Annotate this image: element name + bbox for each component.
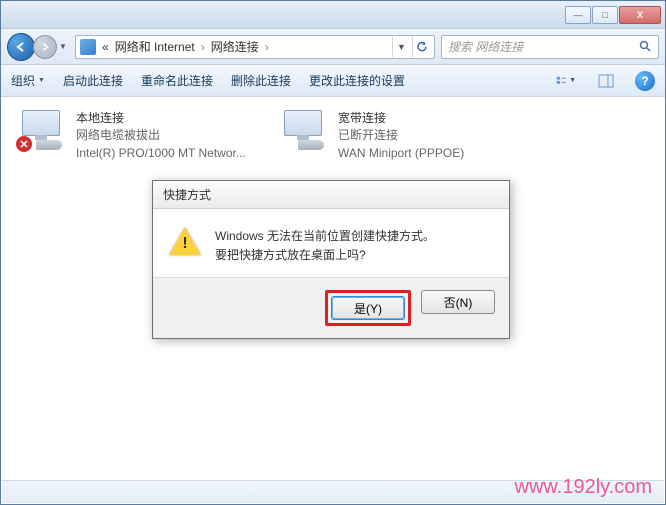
nav-history-dropdown[interactable]: ▼ [57, 35, 69, 59]
connection-item-local[interactable]: ✕ 本地连接 网络电缆被拔出 Intel(R) PRO/1000 MT Netw… [14, 106, 264, 166]
rename-connection-button[interactable]: 重命名此连接 [141, 72, 213, 89]
connection-status: 网络电缆被拔出 [76, 127, 246, 144]
tutorial-highlight: 是(Y) [325, 290, 411, 326]
connection-item-broadband[interactable]: 宽带连接 已断开连接 WAN Miniport (PPPOE) [276, 106, 526, 166]
close-button[interactable]: X [619, 6, 661, 24]
connection-device: Intel(R) PRO/1000 MT Networ... [76, 145, 246, 162]
breadcrumb-item[interactable]: 网络和 Internet [115, 38, 195, 55]
start-connection-button[interactable]: 启动此连接 [63, 72, 123, 89]
breadcrumb-sep: › [201, 40, 205, 54]
breadcrumb-item[interactable]: 网络连接 [211, 38, 259, 55]
breadcrumb-sep: « [102, 40, 109, 54]
dialog-buttons: 是(Y) 否(N) [153, 277, 509, 338]
connection-icon: ✕ [18, 110, 66, 150]
search-icon [638, 40, 652, 54]
connection-device: WAN Miniport (PPPOE) [338, 145, 464, 162]
no-button[interactable]: 否(N) [421, 290, 495, 314]
dialog-title: 快捷方式 [153, 181, 509, 209]
dialog-line2: 要把快捷方式放在桌面上吗? [215, 246, 435, 265]
organize-menu[interactable]: 组织▼ [11, 72, 45, 89]
warning-icon [169, 227, 201, 259]
help-button[interactable]: ? [635, 71, 655, 91]
view-options-button[interactable]: ▼ [555, 70, 577, 92]
minimize-button[interactable]: — [565, 6, 591, 24]
connection-name: 本地连接 [76, 110, 246, 127]
forward-button[interactable] [33, 35, 57, 59]
yes-button[interactable]: 是(Y) [331, 296, 405, 320]
connection-label: 宽带连接 已断开连接 WAN Miniport (PPPOE) [338, 110, 464, 162]
connection-icon [280, 110, 328, 150]
shortcut-dialog: 快捷方式 Windows 无法在当前位置创建快捷方式。 要把快捷方式放在桌面上吗… [152, 180, 510, 339]
disconnected-icon: ✕ [16, 136, 32, 152]
connection-status: 已断开连接 [338, 127, 464, 144]
maximize-button[interactable]: □ [592, 6, 618, 24]
breadcrumb-sep: › [265, 40, 269, 54]
window-titlebar: — □ X [1, 1, 665, 29]
address-bar[interactable]: « 网络和 Internet › 网络连接 › ▼ [75, 35, 435, 59]
connection-name: 宽带连接 [338, 110, 464, 127]
change-settings-button[interactable]: 更改此连接的设置 [309, 72, 405, 89]
address-dropdown[interactable]: ▼ [392, 37, 410, 57]
watermark: www.192ly.com [515, 476, 652, 499]
connection-label: 本地连接 网络电缆被拔出 Intel(R) PRO/1000 MT Networ… [76, 110, 246, 162]
command-bar: 组织▼ 启动此连接 重命名此连接 删除此连接 更改此连接的设置 ▼ ? [1, 65, 665, 97]
navigation-bar: ▼ « 网络和 Internet › 网络连接 › ▼ 搜索 网络连接 [1, 29, 665, 65]
dialog-body: Windows 无法在当前位置创建快捷方式。 要把快捷方式放在桌面上吗? [153, 209, 509, 277]
preview-pane-button[interactable] [595, 70, 617, 92]
dialog-message: Windows 无法在当前位置创建快捷方式。 要把快捷方式放在桌面上吗? [215, 227, 435, 265]
refresh-button[interactable] [412, 37, 430, 57]
delete-connection-button[interactable]: 删除此连接 [231, 72, 291, 89]
back-button[interactable] [7, 33, 35, 61]
search-placeholder: 搜索 网络连接 [448, 38, 523, 55]
search-box[interactable]: 搜索 网络连接 [441, 35, 659, 59]
nav-buttons: ▼ [7, 33, 69, 61]
location-icon [80, 39, 96, 55]
dialog-line1: Windows 无法在当前位置创建快捷方式。 [215, 227, 435, 246]
